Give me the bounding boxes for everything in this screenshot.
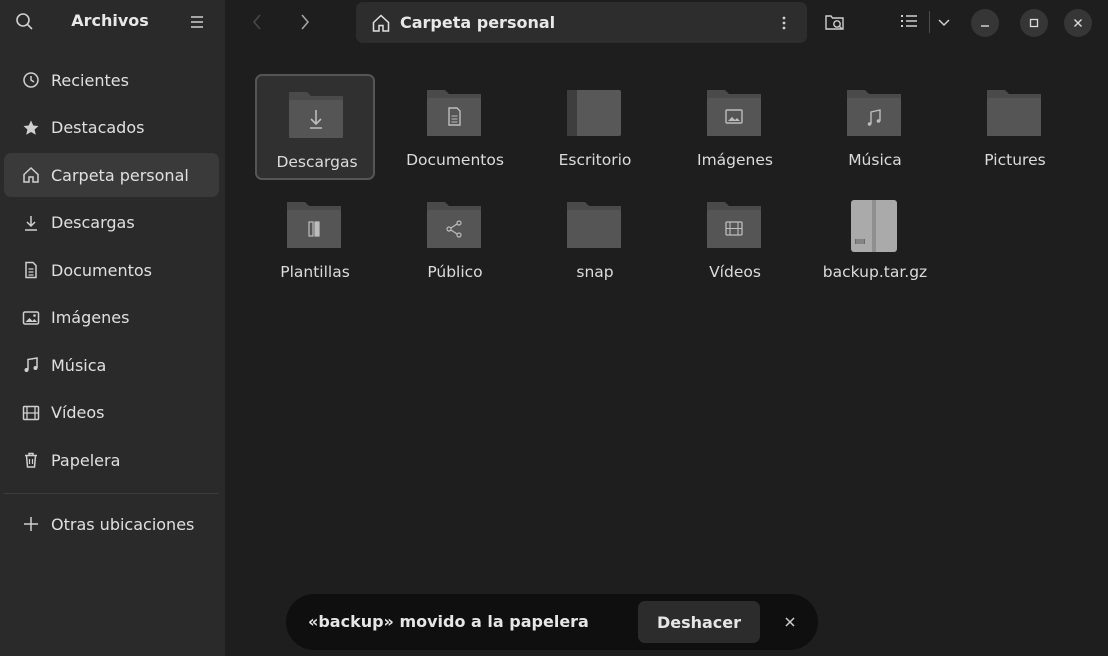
folder-icon xyxy=(287,88,345,142)
toast-message: «backup» movido a la papelera xyxy=(308,612,589,631)
file-name: Pictures xyxy=(984,151,1046,169)
file-backup-tar-gz[interactable]: backup.tar.gz xyxy=(815,186,935,292)
file-grid: Descargas Documentos Escritorio Imágenes… xyxy=(245,72,1095,572)
file-name: Escritorio xyxy=(558,151,632,169)
download-icon xyxy=(20,212,42,234)
list-view-icon[interactable] xyxy=(898,10,920,32)
home-icon xyxy=(20,164,42,186)
folder-icon xyxy=(425,86,483,140)
file-name: backup.tar.gz xyxy=(822,263,928,281)
sidebar-item-label: Otras ubicaciones xyxy=(51,514,195,534)
folder-icon xyxy=(985,86,1043,140)
film-icon xyxy=(20,402,42,424)
sidebar-item-videos[interactable]: Vídeos xyxy=(4,391,219,435)
sidebar-item-recientes[interactable]: Recientes xyxy=(4,58,219,102)
desktop-folder-icon xyxy=(565,86,623,140)
star-icon xyxy=(20,117,42,139)
path-bar[interactable]: Carpeta personal xyxy=(356,2,807,43)
hamburger-menu-icon[interactable] xyxy=(186,11,208,33)
sidebar-item-carpeta-personal[interactable]: Carpeta personal xyxy=(4,153,219,197)
folder-icon xyxy=(285,198,343,252)
chevron-down-icon[interactable] xyxy=(933,11,955,33)
back-button[interactable] xyxy=(245,10,269,34)
sidebar-item-label: Vídeos xyxy=(51,403,105,422)
kebab-menu-icon[interactable] xyxy=(776,12,792,34)
sidebar: Archivos Recientes Destacados Carpeta pe… xyxy=(0,0,225,656)
folder-icon xyxy=(845,86,903,140)
folder-publico[interactable]: Público xyxy=(395,186,515,292)
sidebar-item-papelera[interactable]: Papelera xyxy=(4,438,219,482)
sidebar-item-label: Carpeta personal xyxy=(51,165,189,185)
sidebar-item-descargas[interactable]: Descargas xyxy=(4,201,219,245)
image-icon xyxy=(20,307,42,329)
file-name: Plantillas xyxy=(280,263,350,281)
search-folder-icon[interactable] xyxy=(823,10,847,34)
folder-imagenes[interactable]: Imágenes xyxy=(675,74,795,180)
sidebar-item-label: Descargas xyxy=(51,213,135,232)
trash-icon xyxy=(20,449,42,471)
plus-icon xyxy=(20,513,42,535)
file-name: snap xyxy=(576,263,614,281)
sidebar-divider xyxy=(4,493,219,494)
sidebar-item-destacados[interactable]: Destacados xyxy=(4,106,219,150)
search-icon[interactable] xyxy=(14,11,36,33)
folder-icon xyxy=(425,198,483,252)
music-icon xyxy=(20,354,42,376)
folder-musica[interactable]: Música xyxy=(815,74,935,180)
folder-icon xyxy=(565,198,623,252)
archive-icon xyxy=(845,198,903,252)
sidebar-item-label: Música xyxy=(51,355,107,375)
sidebar-item-label: Papelera xyxy=(51,450,121,470)
sidebar-item-label: Documentos xyxy=(51,260,153,280)
sidebar-item-otras-ubicaciones[interactable]: Otras ubicaciones xyxy=(4,502,219,546)
minimize-button[interactable] xyxy=(971,9,999,37)
close-icon[interactable] xyxy=(780,612,800,632)
folder-icon xyxy=(705,86,763,140)
close-window-button[interactable] xyxy=(1064,9,1092,37)
toolbar-divider xyxy=(929,11,930,33)
sidebar-item-documentos[interactable]: Documentos xyxy=(4,248,219,292)
path-current: Carpeta personal xyxy=(400,13,556,32)
file-name: Descargas xyxy=(276,153,358,171)
folder-icon xyxy=(705,198,763,252)
folder-plantillas[interactable]: Plantillas xyxy=(255,186,375,292)
maximize-button[interactable] xyxy=(1020,9,1048,37)
folder-escritorio[interactable]: Escritorio xyxy=(535,74,655,180)
file-name: Público xyxy=(427,263,483,281)
forward-button[interactable] xyxy=(293,10,317,34)
undo-toast: «backup» movido a la papelera Deshacer xyxy=(286,594,818,650)
document-icon xyxy=(20,259,42,281)
folder-documentos[interactable]: Documentos xyxy=(395,74,515,180)
file-name: Imágenes xyxy=(697,151,773,169)
folder-descargas[interactable]: Descargas xyxy=(255,74,375,180)
sidebar-header: Archivos xyxy=(0,0,225,44)
sidebar-item-label: Recientes xyxy=(51,70,129,90)
file-name: Vídeos xyxy=(709,263,761,281)
sidebar-item-musica[interactable]: Música xyxy=(4,343,219,387)
file-name: Documentos xyxy=(406,151,504,169)
sidebar-other: Otras ubicaciones xyxy=(4,502,219,550)
file-name: Música xyxy=(848,151,902,169)
clock-icon xyxy=(20,69,42,91)
sidebar-item-label: Imágenes xyxy=(51,308,130,327)
folder-videos[interactable]: Vídeos xyxy=(675,186,795,292)
home-icon xyxy=(370,12,392,34)
header-bar: Carpeta personal xyxy=(225,0,1108,44)
folder-snap[interactable]: snap xyxy=(535,186,655,292)
undo-button[interactable]: Deshacer xyxy=(638,601,760,643)
sidebar-places: Recientes Destacados Carpeta personal De… xyxy=(4,58,219,486)
folder-pictures[interactable]: Pictures xyxy=(955,74,1075,180)
app-title: Archivos xyxy=(71,11,149,30)
sidebar-item-label: Destacados xyxy=(51,118,145,137)
sidebar-item-imagenes[interactable]: Imágenes xyxy=(4,296,219,340)
